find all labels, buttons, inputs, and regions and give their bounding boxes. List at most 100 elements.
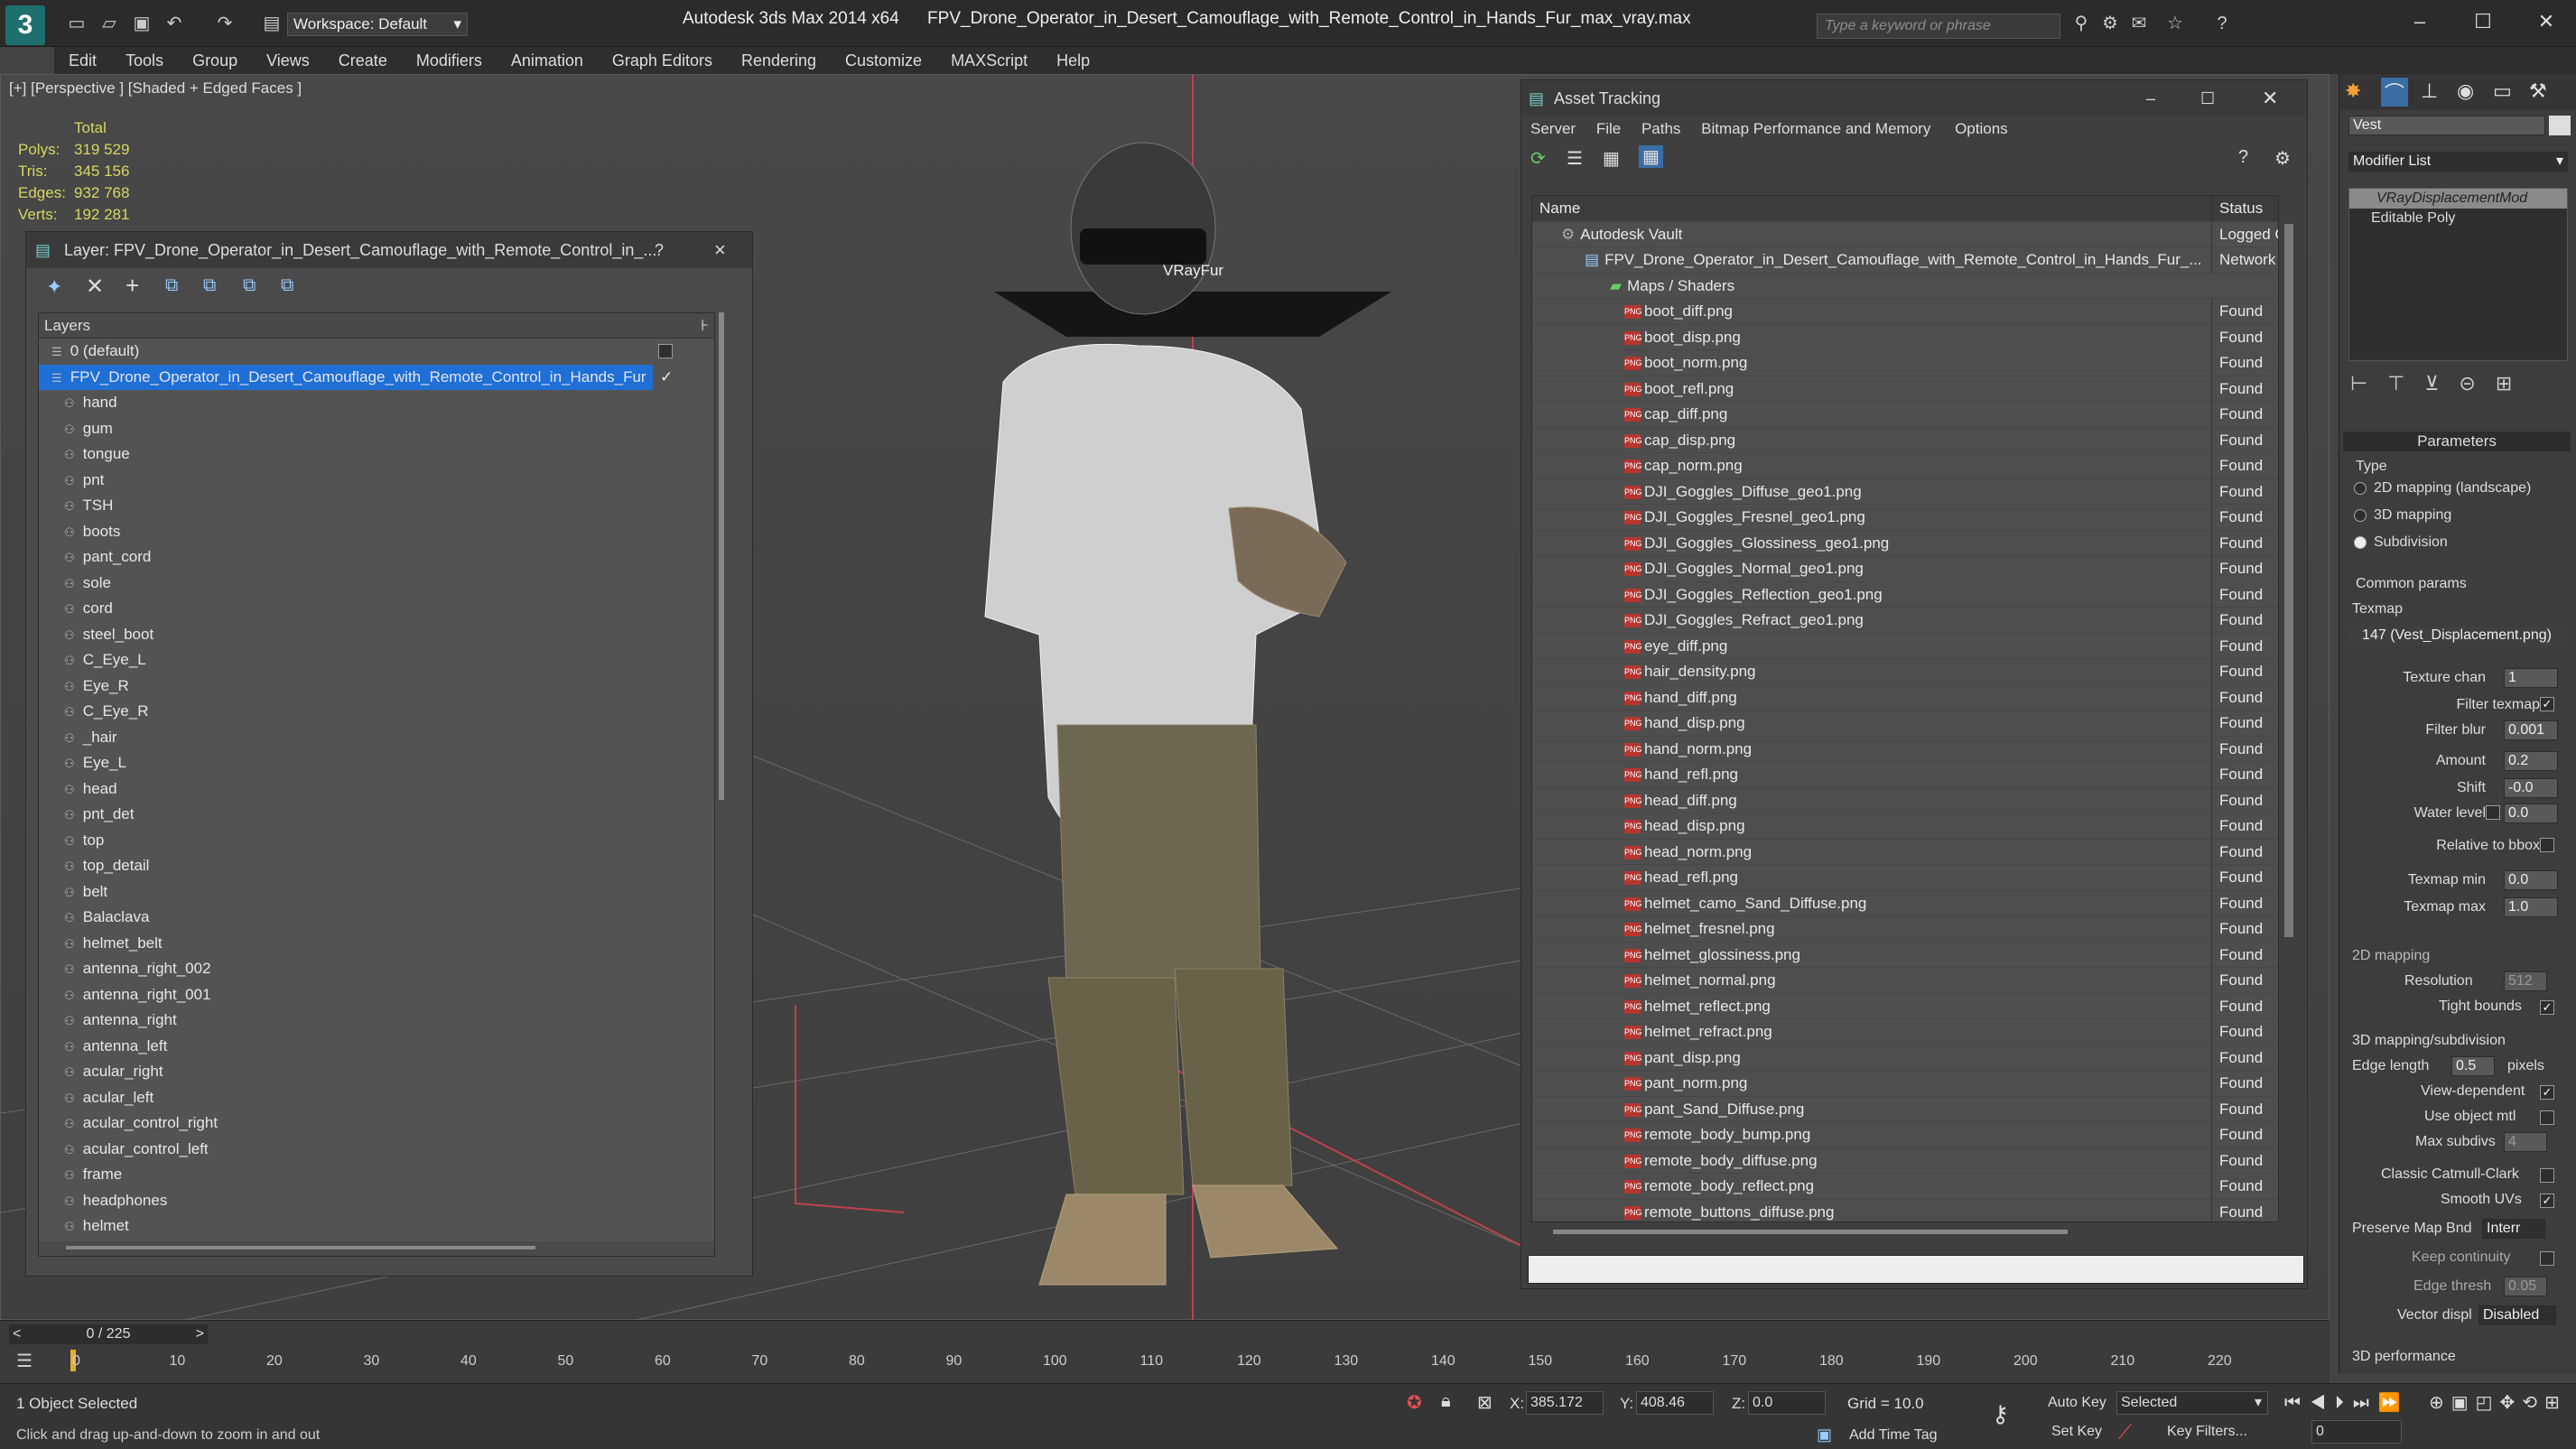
asset-file-row[interactable]: PNG pant_disp.png Found bbox=[1532, 1045, 2278, 1071]
edge-length-field[interactable]: 0.5 bbox=[2451, 1056, 2495, 1076]
asset-file-row[interactable]: PNG boot_disp.png Found bbox=[1532, 324, 2278, 350]
asset-file-row[interactable]: PNG helmet_camo_Sand_Diffuse.png Found bbox=[1532, 890, 2278, 916]
menu-server[interactable]: Server bbox=[1530, 120, 1576, 137]
asset-file-row[interactable]: PNG cap_norm.png Found bbox=[1532, 453, 2278, 479]
prev-frame-icon[interactable]: < bbox=[13, 1324, 21, 1344]
status-column-header[interactable]: Status bbox=[2211, 196, 2278, 222]
lock-icon[interactable]: 🔒︎ bbox=[1441, 1391, 1451, 1412]
param-checkbox[interactable]: ✓ bbox=[2540, 697, 2554, 711]
layers-column-header[interactable]: Layers ⊦ bbox=[39, 313, 714, 339]
asset-file-row[interactable]: PNG pant_norm.png Found bbox=[1532, 1071, 2278, 1097]
keep-continuity-checkbox[interactable] bbox=[2540, 1251, 2554, 1266]
object-color-swatch[interactable] bbox=[2549, 116, 2571, 135]
name-column-header[interactable]: Name bbox=[1539, 200, 1580, 217]
layer-row[interactable]: ⚇ acular_right bbox=[39, 1059, 714, 1085]
asset-window-titlebar[interactable]: ▤ Asset Tracking – ☐ ✕ bbox=[1521, 80, 2307, 116]
layer-row[interactable]: ⚇ top_detail bbox=[39, 853, 714, 879]
x-coordinate-field[interactable]: 385.172 bbox=[1526, 1391, 1604, 1415]
asset-file-row[interactable]: PNG hair_density.png Found bbox=[1532, 659, 2278, 685]
layer-row[interactable]: ⚇ acular_left bbox=[39, 1085, 714, 1111]
asset-file-row[interactable]: PNG head_norm.png Found bbox=[1532, 839, 2278, 865]
asset-file-row[interactable]: PNG cap_disp.png Found bbox=[1532, 427, 2278, 453]
maximize-icon[interactable]: ☐ bbox=[2200, 80, 2215, 116]
layer-row[interactable]: ⚇ Eye_R bbox=[39, 673, 714, 700]
modifier-list-dropdown[interactable]: Modifier List ▾ bbox=[2348, 152, 2568, 172]
layer-list[interactable]: Layers ⊦ ☰ 0 (default) ☰ FPV_Drone_Operat… bbox=[38, 312, 715, 1257]
layer-row[interactable]: ⚇ steel_boot bbox=[39, 622, 714, 648]
time-tag-icon[interactable]: ▣ bbox=[1817, 1426, 1832, 1444]
asset-file-row[interactable]: PNG hand_refl.png Found bbox=[1532, 762, 2278, 788]
help-icon[interactable]: ? bbox=[2238, 147, 2248, 168]
layer-row[interactable]: ⚇ C_Eye_R bbox=[39, 699, 714, 725]
time-slider[interactable]: < 0 / 225 > bbox=[9, 1324, 208, 1344]
edge-thresh-field[interactable]: 0.05 bbox=[2504, 1277, 2547, 1296]
freeze-all-icon[interactable]: ⧉ bbox=[281, 275, 293, 296]
asset-file-row[interactable]: PNG DJI_Goggles_Fresnel_geo1.png Found bbox=[1532, 505, 2278, 531]
asset-vertical-scrollbar[interactable] bbox=[2284, 224, 2293, 937]
redo-icon[interactable]: ↷ bbox=[213, 13, 237, 34]
highlight-layer-icon[interactable]: ⧉ bbox=[203, 275, 216, 296]
column-menu-icon[interactable]: ⊦ bbox=[701, 313, 709, 339]
param-spinner[interactable]: 0.0 bbox=[2504, 870, 2558, 890]
asset-file-row[interactable]: PNG DJI_Goggles_Diffuse_geo1.png Found bbox=[1532, 478, 2278, 505]
max-subdivs-field[interactable]: 4 bbox=[2504, 1132, 2547, 1152]
asset-file-row[interactable]: PNG DJI_Goggles_Refract_geo1.png Found bbox=[1532, 608, 2278, 634]
object-name-field[interactable]: Vest bbox=[2348, 116, 2545, 135]
asset-file-row[interactable]: PNG cap_diff.png Found bbox=[1532, 402, 2278, 428]
delete-layer-icon[interactable]: ✕ bbox=[86, 274, 104, 300]
help-icon[interactable]: ? bbox=[2210, 13, 2234, 34]
project-folder-icon[interactable]: ▤ bbox=[260, 13, 284, 34]
asset-file-row[interactable]: PNG helmet_fresnel.png Found bbox=[1532, 916, 2278, 943]
layer-row[interactable]: ⚇ antenna_right_002 bbox=[39, 956, 714, 982]
layer-row[interactable]: ⚇ Balaclava bbox=[39, 905, 714, 931]
hierarchy-tab-icon[interactable]: ⊥ bbox=[2421, 79, 2438, 103]
list-view-icon[interactable]: ☰ bbox=[1567, 147, 1583, 170]
asset-file-row[interactable]: PNG helmet_refract.png Found bbox=[1532, 1019, 2278, 1045]
stack-item-vray-displacement[interactable]: VRayDisplacementMod bbox=[2349, 189, 2567, 209]
menu-maxscript[interactable]: MAXScript bbox=[936, 47, 1042, 74]
communication-icon[interactable]: ⚙ bbox=[2098, 13, 2122, 34]
asset-file-row[interactable]: PNG hand_norm.png Found bbox=[1532, 736, 2278, 762]
close-icon[interactable]: ✕ bbox=[2262, 80, 2278, 116]
asset-file-row[interactable]: PNG DJI_Goggles_Normal_geo1.png Found bbox=[1532, 556, 2278, 582]
layer-row[interactable]: ⚇ antenna_right bbox=[39, 1008, 714, 1034]
asset-file-row[interactable]: PNG remote_body_bump.png Found bbox=[1532, 1122, 2278, 1148]
param-spinner[interactable]: 0.0 bbox=[2504, 803, 2558, 823]
layer-row[interactable]: ⚇ helmet_belt bbox=[39, 931, 714, 957]
menu-customize[interactable]: Customize bbox=[831, 47, 936, 74]
layer-row[interactable]: ⚇ sole bbox=[39, 571, 714, 597]
layer-row[interactable]: ⚇ helmet bbox=[39, 1213, 714, 1240]
resolution-field[interactable]: 512 bbox=[2504, 971, 2547, 991]
vector-displ-dropdown[interactable]: Disabled bbox=[2478, 1305, 2556, 1325]
scrollbar-thumb[interactable] bbox=[66, 1246, 535, 1249]
menu-create[interactable]: Create bbox=[324, 47, 402, 74]
preserve-map-dropdown[interactable]: Interr bbox=[2482, 1219, 2545, 1239]
asset-file-row[interactable]: PNG helmet_normal.png Found bbox=[1532, 968, 2278, 994]
binoculars-icon[interactable]: ⚲ bbox=[2069, 13, 2093, 34]
layer-row[interactable]: ⚇ gum bbox=[39, 416, 714, 442]
maximize-icon[interactable]: ☐ bbox=[2465, 7, 2501, 36]
vault-row[interactable]: ⚙Autodesk Vault Logged O bbox=[1532, 221, 2278, 247]
viewport-navigation-controls[interactable]: ⊕▣◰✥⟲⊞ bbox=[2429, 1391, 2573, 1445]
app-logo-icon[interactable]: 3 bbox=[5, 5, 45, 45]
new-layer-icon[interactable]: ✦ bbox=[46, 275, 62, 299]
asset-file-row[interactable]: PNG remote_buttons_diffuse.png Found bbox=[1532, 1199, 2278, 1221]
asset-file-row[interactable]: PNG boot_norm.png Found bbox=[1532, 350, 2278, 376]
asset-file-row[interactable]: PNG DJI_Goggles_Reflection_geo1.png Found bbox=[1532, 581, 2278, 608]
asset-file-row[interactable]: PNG remote_body_diffuse.png Found bbox=[1532, 1147, 2278, 1174]
open-file-icon[interactable]: ▱ bbox=[98, 13, 121, 34]
param-spinner[interactable]: 1.0 bbox=[2504, 897, 2558, 917]
param-spinner[interactable]: 0.2 bbox=[2504, 751, 2558, 771]
asset-file-row[interactable]: PNG helmet_glossiness.png Found bbox=[1532, 942, 2278, 968]
set-key-button[interactable]: Set Key bbox=[2051, 1424, 2102, 1440]
close-icon[interactable]: × bbox=[714, 232, 726, 268]
workspace-dropdown[interactable]: Workspace: Default ▾ bbox=[287, 13, 468, 36]
asset-file-row[interactable]: PNG boot_diff.png Found bbox=[1532, 299, 2278, 325]
menu-animation[interactable]: Animation bbox=[497, 47, 598, 74]
viewport-label[interactable]: [+] [Perspective ] [Shaded + Edged Faces… bbox=[9, 79, 302, 98]
asset-path-field[interactable] bbox=[1528, 1255, 2304, 1284]
asset-list[interactable]: Name Status ⚙Autodesk Vault Logged O ▤FP… bbox=[1531, 195, 2279, 1222]
save-icon[interactable]: ▣ bbox=[130, 13, 153, 34]
layer-row[interactable]: ⚇ boots bbox=[39, 519, 714, 545]
type-radio-option[interactable]: Subdivision bbox=[2354, 534, 2448, 551]
